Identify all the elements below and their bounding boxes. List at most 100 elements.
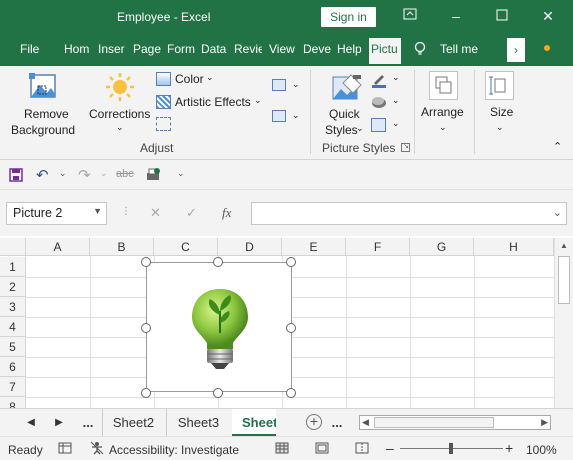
resize-handle[interactable] <box>286 388 296 398</box>
column-header[interactable]: B <box>90 238 154 256</box>
name-box[interactable]: Picture 2 ▼ <box>6 202 107 225</box>
picture-border-dropdown-icon[interactable]: ⌄ <box>392 72 400 83</box>
size-button[interactable]: Size <box>490 105 513 119</box>
horizontal-scroll-thumb[interactable] <box>374 417 494 428</box>
scroll-thumb[interactable] <box>558 256 570 304</box>
macro-recording-icon[interactable] <box>58 442 72 457</box>
tab-page-layout[interactable]: Page <box>133 42 161 56</box>
tell-me-search[interactable]: Tell me <box>440 42 478 56</box>
strikethrough-icon[interactable]: abc <box>116 168 134 180</box>
redo-dropdown-icon[interactable]: ⌄ <box>100 168 108 179</box>
row-header[interactable]: 3 <box>0 297 26 317</box>
tab-home[interactable]: Hom <box>64 42 92 56</box>
tab-insert[interactable]: Inser <box>98 42 126 56</box>
formula-input[interactable]: ⌄ <box>251 202 567 225</box>
resize-handle[interactable] <box>141 257 151 267</box>
redo-icon[interactable]: ↷ <box>78 166 91 184</box>
row-header[interactable]: 7 <box>0 377 26 397</box>
picture-border-icon[interactable] <box>371 72 387 88</box>
new-sheet-icon[interactable]: + <box>306 414 322 430</box>
scroll-up-icon[interactable]: ▲ <box>560 241 568 250</box>
corrections-button[interactable]: Corrections <box>89 107 150 121</box>
column-header[interactable]: G <box>410 238 474 256</box>
column-header[interactable]: E <box>282 238 346 256</box>
quick-styles-label[interactable]: Quick <box>329 107 360 121</box>
insert-function-icon[interactable]: fx <box>222 205 231 221</box>
quick-styles-icon[interactable] <box>331 73 363 106</box>
picture-layout-dropdown-icon[interactable]: ⌄ <box>392 118 400 129</box>
arrange-icon[interactable] <box>429 71 458 100</box>
scroll-right-small-icon[interactable]: ▶ <box>541 417 548 428</box>
remove-background-label-2[interactable]: Background <box>11 123 75 137</box>
change-picture-dropdown-icon[interactable]: ⌄ <box>292 79 300 90</box>
close-icon[interactable]: ✕ <box>537 7 559 27</box>
artistic-effects-dropdown-icon[interactable]: ⌄ <box>254 95 262 106</box>
corrections-icon[interactable] <box>105 72 135 105</box>
tab-file[interactable]: File <box>20 42 39 56</box>
dialog-launcher-icon[interactable]: ↘ <box>401 143 410 152</box>
scroll-right-icon[interactable]: ▶ <box>52 409 66 436</box>
row-header[interactable]: 4 <box>0 317 26 337</box>
picture-effects-dropdown-icon[interactable]: ⌄ <box>392 95 400 106</box>
row-header[interactable]: 2 <box>0 277 26 297</box>
row-header[interactable]: 5 <box>0 337 26 357</box>
share-icon[interactable]: › <box>507 38 525 62</box>
zoom-level[interactable]: 100% <box>526 443 557 457</box>
tab-review[interactable]: Revie <box>234 42 262 56</box>
accessibility-icon[interactable] <box>90 441 104 458</box>
column-header[interactable]: A <box>26 238 90 256</box>
artistic-effects-button[interactable]: Artistic Effects <box>175 95 251 109</box>
save-icon[interactable] <box>9 168 23 185</box>
customize-qat-icon[interactable]: ⌄ <box>177 168 185 179</box>
picture-effects-icon[interactable] <box>371 95 387 109</box>
size-icon[interactable] <box>485 71 514 100</box>
remove-background-icon[interactable] <box>28 72 58 103</box>
column-header[interactable]: H <box>474 238 554 256</box>
minimize-icon[interactable]: – <box>445 7 467 27</box>
collapse-ribbon-icon[interactable]: ⌃ <box>553 140 562 153</box>
sheet-tab-active[interactable]: Sheet <box>232 409 276 436</box>
resize-handle[interactable] <box>141 323 151 333</box>
selected-picture[interactable] <box>146 262 292 392</box>
resize-handle[interactable] <box>213 388 223 398</box>
normal-view-icon[interactable] <box>275 442 289 457</box>
vertical-scrollbar[interactable]: ▲ <box>554 238 573 408</box>
column-header[interactable]: F <box>346 238 410 256</box>
tab-formulas[interactable]: Form <box>167 42 195 56</box>
horizontal-scrollbar[interactable]: ◀ ▶ <box>359 415 551 430</box>
ribbon-display-icon[interactable] <box>399 7 421 27</box>
tab-help[interactable]: Help <box>337 42 365 56</box>
size-dropdown-icon[interactable]: ⌄ <box>496 122 504 133</box>
zoom-slider-thumb[interactable] <box>449 443 453 454</box>
row-header[interactable]: 8 <box>0 397 26 408</box>
color-button[interactable]: Color <box>175 72 204 86</box>
row-header[interactable]: 1 <box>0 257 26 277</box>
select-all-corner[interactable] <box>0 238 26 256</box>
sign-in-button[interactable]: Sign in <box>321 7 376 27</box>
picture-layout-icon[interactable] <box>371 118 386 132</box>
page-break-view-icon[interactable] <box>355 442 369 457</box>
sheet-tab[interactable]: Sheet3 <box>166 409 230 436</box>
arrange-button[interactable]: Arrange <box>421 105 464 119</box>
print-preview-icon[interactable] <box>145 167 161 186</box>
arrange-dropdown-icon[interactable]: ⌄ <box>439 122 447 133</box>
compress-pictures-icon[interactable] <box>156 117 171 131</box>
more-sheets-right[interactable]: ... <box>327 409 347 436</box>
expand-formula-bar-icon[interactable]: ⌄ <box>553 206 562 219</box>
scroll-left-small-icon[interactable]: ◀ <box>362 417 369 428</box>
row-header[interactable]: 6 <box>0 357 26 377</box>
resize-handle[interactable] <box>213 257 223 267</box>
resize-handle[interactable] <box>141 388 151 398</box>
reset-picture-icon[interactable] <box>272 110 286 122</box>
zoom-in-icon[interactable]: + <box>505 440 513 456</box>
quick-styles-label-2[interactable]: Styles <box>325 123 358 137</box>
undo-icon[interactable]: ↶ <box>36 166 49 184</box>
undo-dropdown-icon[interactable]: ⌄ <box>59 168 67 179</box>
change-picture-icon[interactable] <box>272 79 286 91</box>
tab-developer[interactable]: Deve <box>303 42 331 56</box>
tab-data[interactable]: Data <box>201 42 229 56</box>
column-header[interactable]: D <box>218 238 282 256</box>
maximize-icon[interactable] <box>491 7 513 27</box>
column-header[interactable]: C <box>154 238 218 256</box>
color-dropdown-icon[interactable]: ⌄ <box>206 72 214 83</box>
